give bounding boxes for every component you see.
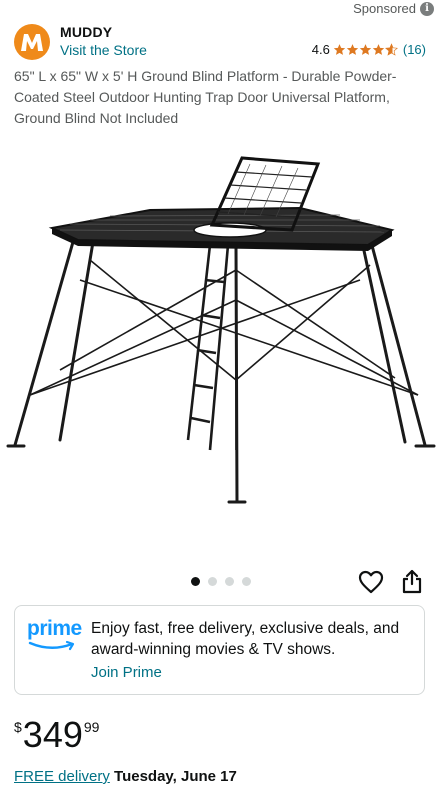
price: $ 349 99	[14, 715, 99, 755]
prime-message: Enjoy fast, free delivery, exclusive dea…	[91, 620, 400, 658]
image-carousel-dots[interactable]	[191, 577, 251, 586]
join-prime-link[interactable]: Join Prime	[91, 664, 162, 681]
info-icon[interactable]: i	[420, 1, 434, 16]
share-icon[interactable]	[400, 568, 424, 594]
heart-icon[interactable]	[358, 570, 384, 594]
carousel-dot[interactable]	[208, 577, 217, 586]
muddy-logo-icon	[21, 34, 43, 51]
star-full-icon	[333, 44, 346, 55]
price-currency-symbol: $	[14, 719, 22, 735]
sponsored-label[interactable]: Sponsored i	[353, 1, 434, 16]
carousel-dot[interactable]	[191, 577, 200, 586]
visit-store-link[interactable]: Visit the Store	[60, 42, 147, 58]
price-whole: 349	[22, 714, 83, 755]
product-image[interactable]	[0, 150, 440, 570]
carousel-dot[interactable]	[242, 577, 251, 586]
product-title: 65" L x 65" W x 5' H Ground Blind Platfo…	[14, 68, 397, 126]
review-count[interactable]: (16)	[403, 42, 426, 57]
star-rating	[333, 43, 398, 56]
star-full-icon	[346, 44, 359, 55]
prime-logo-text: prime	[27, 617, 82, 640]
brand-logo[interactable]	[14, 24, 50, 60]
star-full-icon	[359, 44, 372, 55]
delivery-info: FREE delivery Tuesday, June 17	[14, 768, 237, 785]
sponsored-text: Sponsored	[353, 1, 416, 16]
rating-summary[interactable]: 4.6 (16)	[312, 42, 426, 57]
star-full-icon	[372, 44, 385, 55]
delivery-date: Tuesday, June 17	[114, 768, 237, 785]
price-fraction: 99	[83, 719, 100, 735]
brand-name: MUDDY	[60, 24, 113, 40]
carousel-dot[interactable]	[225, 577, 234, 586]
prime-logo: prime	[27, 617, 82, 654]
prime-promo-card[interactable]: prime Enjoy fast, free delivery, exclusi…	[14, 605, 425, 695]
prime-smile-icon	[28, 640, 75, 651]
free-delivery-link[interactable]: FREE delivery	[14, 768, 110, 785]
brand-row: MUDDY Visit the Store 4.6 (16)	[14, 24, 426, 60]
rating-value: 4.6	[311, 42, 330, 57]
star-half-icon	[384, 43, 398, 56]
